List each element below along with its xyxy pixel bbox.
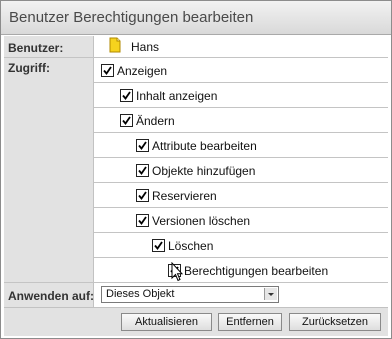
perm-row-reservieren[interactable]: Reservieren: [136, 185, 381, 208]
checkbox[interactable]: [136, 214, 149, 227]
perm-label: Reservieren: [152, 189, 217, 203]
user-label: Benutzer:: [8, 41, 64, 55]
label-column: Benutzer: Zugriff: Anwenden auf:: [4, 36, 94, 309]
permissions-dialog: Benutzer Berechtigungen bearbeiten Benut…: [0, 0, 392, 339]
chevron-down-icon[interactable]: [264, 288, 277, 300]
perm-label: Inhalt anzeigen: [136, 89, 218, 103]
perm-label: Anzeigen: [117, 64, 168, 78]
apply-label: Anwenden auf:: [8, 289, 94, 303]
checkbox[interactable]: [101, 64, 114, 77]
checkbox[interactable]: [136, 139, 149, 152]
checkbox[interactable]: [136, 164, 149, 177]
perm-label: Ändern: [136, 114, 175, 128]
perm-row-loeschen[interactable]: Löschen: [152, 235, 381, 258]
perm-row-aendern[interactable]: Ändern: [120, 110, 380, 133]
remove-button[interactable]: Entfernen: [218, 313, 282, 331]
user-name: Hans: [131, 40, 160, 54]
dialog-title: Benutzer Berechtigungen bearbeiten: [9, 9, 254, 26]
perm-row-versionen-loeschen[interactable]: Versionen löschen: [136, 210, 381, 233]
title-bar: Benutzer Berechtigungen bearbeiten: [1, 1, 391, 35]
access-label: Zugriff:: [8, 61, 50, 75]
perm-row-attribute-bearbeiten[interactable]: Attribute bearbeiten: [136, 135, 381, 158]
perm-label: Löschen: [168, 239, 214, 253]
user-icon: [109, 37, 121, 53]
perm-label: Objekte hinzufügen: [152, 164, 256, 178]
perm-row-objekte-hinzufuegen[interactable]: Objekte hinzufügen: [136, 160, 381, 183]
checkbox[interactable]: [120, 89, 133, 102]
checkbox[interactable]: [136, 189, 149, 202]
perm-label: Attribute bearbeiten: [152, 139, 257, 153]
perm-row-anzeigen[interactable]: Anzeigen: [101, 60, 381, 83]
perm-label: Versionen löschen: [152, 214, 251, 228]
button-bar: Aktualisieren Entfernen Zurücksetzen: [4, 307, 388, 336]
user-row: Hans: [109, 36, 379, 59]
reset-button[interactable]: Zurücksetzen: [289, 313, 381, 331]
checkbox[interactable]: [120, 114, 133, 127]
apply-to-select[interactable]: Dieses Objekt: [101, 286, 279, 303]
perm-row-inhalt-anzeigen[interactable]: Inhalt anzeigen: [120, 85, 380, 108]
perm-label: Berechtigungen bearbeiten: [184, 264, 329, 278]
checkbox[interactable]: [152, 239, 165, 252]
apply-to-value: Dieses Objekt: [106, 288, 175, 300]
cursor-icon: [171, 261, 184, 287]
update-button[interactable]: Aktualisieren: [121, 313, 212, 331]
perm-row-berechtigungen-bearbeiten[interactable]: Berechtigungen bearbeiten: [168, 260, 381, 283]
